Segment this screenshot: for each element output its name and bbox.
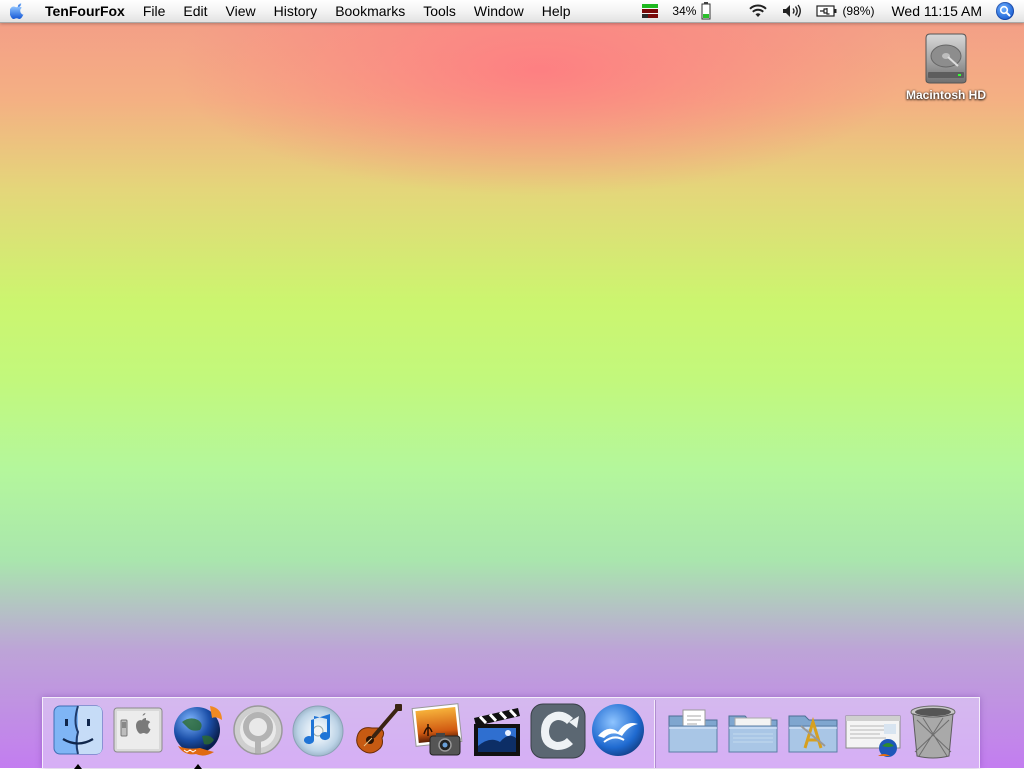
dock-item-web-page[interactable] xyxy=(843,702,903,766)
volume-status[interactable] xyxy=(775,0,809,22)
menu-view[interactable]: View xyxy=(217,0,265,22)
apple-menu[interactable] xyxy=(0,0,36,22)
battery-percent: 34% xyxy=(672,4,697,18)
desktop-background[interactable] xyxy=(0,0,1024,768)
dock-item-trash[interactable] xyxy=(903,702,963,766)
dock-item-classilla[interactable] xyxy=(528,702,588,766)
dock-item-system-preferences[interactable] xyxy=(108,702,168,766)
classilla-icon xyxy=(530,703,586,759)
menu-clock[interactable]: Wed 11:15 AM xyxy=(881,0,992,22)
finder-icon xyxy=(53,705,103,755)
menu-tools[interactable]: Tools xyxy=(414,0,465,22)
applications-folder-icon xyxy=(788,715,838,753)
wifi-status[interactable] xyxy=(741,0,775,22)
dock xyxy=(42,697,980,769)
power-plug-icon xyxy=(816,5,837,17)
camino-icon xyxy=(233,705,283,755)
desktop-icon-macintosh-hd[interactable]: Macintosh HD xyxy=(896,30,996,102)
dock-separator[interactable] xyxy=(654,700,655,768)
tenfourfox-icon xyxy=(174,706,222,756)
status-menus: 34% (98%) Wed 11:15 AM xyxy=(635,0,1024,22)
openoffice-icon xyxy=(592,704,644,756)
imovie-icon xyxy=(474,708,520,756)
web-page-icon xyxy=(845,715,901,757)
itunes-icon xyxy=(292,705,344,757)
trash-icon xyxy=(910,705,956,759)
menu-edit[interactable]: Edit xyxy=(174,0,216,22)
documents-folder-icon xyxy=(668,709,718,753)
running-indicator xyxy=(194,764,202,769)
cpu-meter-icon xyxy=(642,4,659,18)
battery-status[interactable]: 34% xyxy=(665,0,715,22)
power-percent: (98%) xyxy=(842,4,875,18)
dock-item-downloads[interactable] xyxy=(723,702,783,766)
wifi-icon xyxy=(749,4,768,17)
dock-item-itunes[interactable] xyxy=(288,702,348,766)
dock-item-finder[interactable] xyxy=(48,702,108,769)
battery-icon xyxy=(701,2,711,20)
menu-history[interactable]: History xyxy=(265,0,327,22)
iphoto-icon xyxy=(411,703,463,756)
menu-file[interactable]: File xyxy=(134,0,175,22)
cpu-meter[interactable] xyxy=(635,0,665,22)
dock-item-tenfourfox[interactable] xyxy=(168,702,228,769)
dock-item-documents[interactable] xyxy=(663,702,723,766)
menu-help[interactable]: Help xyxy=(533,0,580,22)
running-indicator xyxy=(74,764,82,769)
desktop-icon-label: Macintosh HD xyxy=(905,88,986,102)
menu-bookmarks[interactable]: Bookmarks xyxy=(326,0,414,22)
garageband-icon xyxy=(356,704,402,754)
menu-bar: TenFourFox File Edit View History Bookma… xyxy=(0,0,1024,23)
app-name-menu[interactable]: TenFourFox xyxy=(36,0,134,22)
dock-item-imovie[interactable] xyxy=(468,702,528,766)
hard-drive-icon xyxy=(925,33,967,84)
menu-window[interactable]: Window xyxy=(465,0,533,22)
dock-item-applications[interactable] xyxy=(783,702,843,766)
spotlight-icon xyxy=(999,5,1011,17)
dock-item-iphoto[interactable] xyxy=(408,702,468,766)
spotlight-button[interactable] xyxy=(996,2,1014,20)
power-status[interactable]: (98%) xyxy=(809,0,881,22)
system-preferences-icon xyxy=(113,707,163,753)
dock-item-camino[interactable] xyxy=(228,702,288,766)
dock-item-garageband[interactable] xyxy=(348,702,408,766)
volume-icon xyxy=(783,4,802,18)
folder-icon xyxy=(728,715,778,753)
dock-item-openoffice[interactable] xyxy=(588,702,648,766)
apple-logo-icon xyxy=(10,3,24,19)
